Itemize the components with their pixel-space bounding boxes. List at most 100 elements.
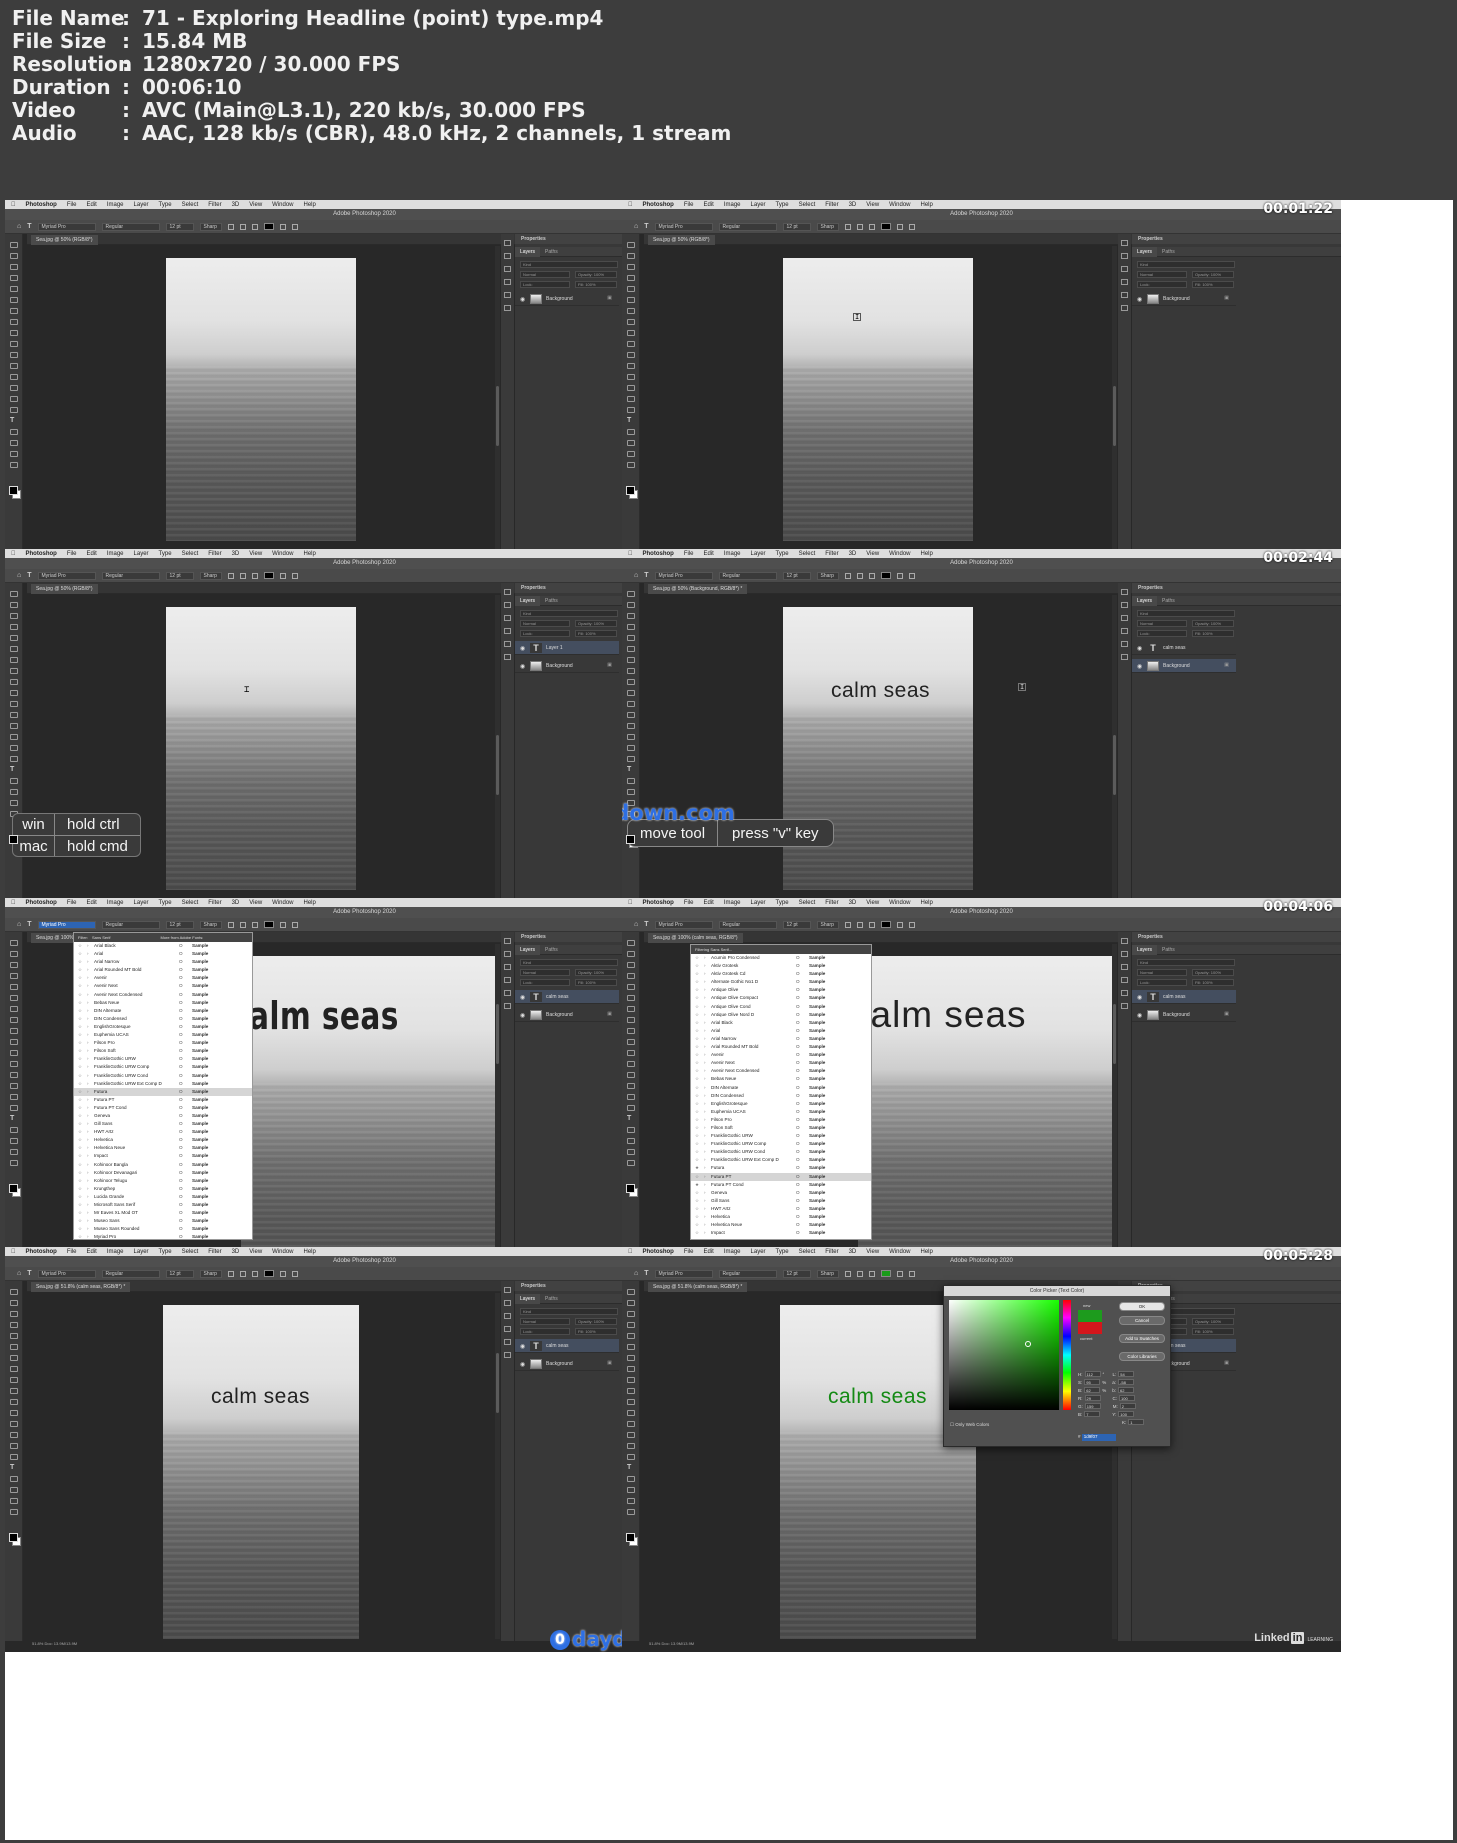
menu-item-photoshop[interactable]: Photoshop: [643, 551, 674, 557]
frame-tool-icon[interactable]: [627, 995, 635, 1001]
warp-text-icon[interactable]: [279, 223, 286, 230]
text-color-swatch[interactable]: [880, 1270, 891, 1277]
menu-item-filter[interactable]: Filter: [208, 1249, 221, 1255]
canvas-area[interactable]: ⌶: [24, 595, 495, 941]
fill-field[interactable]: Fill: 100%: [1192, 1328, 1234, 1335]
align-center-icon[interactable]: [239, 572, 246, 579]
anti-alias-field[interactable]: Sharp: [199, 571, 222, 580]
favorite-star-icon[interactable]: ☆: [78, 1023, 82, 1031]
font-menu-item[interactable]: ☆ › DIN Alternate O Sample: [691, 1084, 871, 1092]
visibility-eye-icon[interactable]: ◉: [1137, 994, 1142, 1001]
swatches-icon[interactable]: [1121, 641, 1128, 647]
menu-item-layer[interactable]: Layer: [751, 900, 766, 906]
expand-arrow-icon[interactable]: ›: [87, 1031, 89, 1039]
font-family-field[interactable]: Myriad Pro: [37, 920, 96, 929]
saturation-field[interactable]: [949, 1300, 1059, 1410]
gradient-tool-icon[interactable]: [627, 723, 635, 729]
favorite-star-icon[interactable]: ☆: [695, 1173, 699, 1181]
layer-row[interactable]: ◉ Background ▣: [515, 1008, 619, 1022]
type-tool-icon[interactable]: T: [10, 1115, 18, 1122]
type-tool-icon[interactable]: T: [627, 766, 635, 773]
favorite-star-icon[interactable]: ☆: [78, 982, 82, 990]
font-menu-item[interactable]: ☆ › Arial O Sample: [74, 950, 252, 958]
menu-item-photoshop[interactable]: Photoshop: [643, 1249, 674, 1255]
align-left-icon[interactable]: [227, 572, 234, 579]
scrollbar-thumb[interactable]: [1113, 735, 1116, 795]
expand-arrow-icon[interactable]: ›: [87, 1225, 89, 1233]
value-input[interactable]: 62: [1084, 1387, 1101, 1393]
rectangle-tool-icon[interactable]: [10, 1487, 18, 1493]
favorite-star-icon[interactable]: ☆: [695, 1075, 699, 1083]
blend-mode-select[interactable]: Normal: [1137, 271, 1187, 278]
move-tool-icon[interactable]: [10, 242, 18, 248]
headline-text[interactable]: calm seas: [831, 679, 930, 703]
font-menu-item[interactable]: ☆ › EnglishGrotesque O Sample: [74, 1023, 252, 1031]
font-menu-item[interactable]: ☆ › Helvetica Neue O Sample: [74, 1144, 252, 1152]
menu-item-edit[interactable]: Edit: [87, 900, 97, 906]
history-icon[interactable]: [1121, 279, 1128, 285]
menu-item-3d[interactable]: 3D: [232, 900, 240, 906]
align-right-icon[interactable]: [251, 921, 258, 928]
tab-layers[interactable]: Layers: [1132, 945, 1158, 955]
visibility-eye-icon[interactable]: ◉: [520, 645, 525, 652]
foreground-color-icon[interactable]: [9, 1184, 18, 1193]
menu-item-3d[interactable]: 3D: [849, 551, 857, 557]
eyedropper-tool-icon[interactable]: [10, 657, 18, 663]
pen-tool-icon[interactable]: [627, 407, 635, 413]
blur-tool-icon[interactable]: [627, 1083, 635, 1089]
expand-arrow-icon[interactable]: ›: [87, 1055, 89, 1063]
blend-mode-select[interactable]: Normal: [520, 620, 570, 627]
vertical-scrollbar[interactable]: [495, 246, 500, 592]
expand-arrow-icon[interactable]: ›: [87, 991, 89, 999]
marquee-tool-icon[interactable]: [10, 602, 18, 608]
headline-text[interactable]: calm seas: [828, 1385, 927, 1409]
home-icon[interactable]: ⌂: [17, 223, 21, 230]
visibility-eye-icon[interactable]: ◉: [520, 994, 525, 1001]
history-icon[interactable]: [504, 1326, 511, 1332]
history-brush-tool-icon[interactable]: [627, 352, 635, 358]
history-brush-tool-icon[interactable]: [627, 1399, 635, 1405]
font-menu-item[interactable]: ☆ › EnglishGrotesque O Sample: [691, 1100, 871, 1108]
quick-select-tool-icon[interactable]: [10, 973, 18, 979]
stamp-tool-icon[interactable]: [627, 1039, 635, 1045]
adjustments-icon[interactable]: [504, 1300, 511, 1306]
hand-tool-icon[interactable]: [627, 1498, 635, 1504]
gradient-tool-icon[interactable]: [10, 374, 18, 380]
favorite-star-icon[interactable]: ☆: [78, 1039, 82, 1047]
favorite-star-icon[interactable]: ☆: [695, 1067, 699, 1075]
scrollbar-thumb[interactable]: [1113, 386, 1116, 446]
swatches-icon[interactable]: [504, 1339, 511, 1345]
hand-tool-icon[interactable]: [627, 451, 635, 457]
menu-item-3d[interactable]: 3D: [849, 1249, 857, 1255]
path-select-tool-icon[interactable]: [627, 1476, 635, 1482]
menu-item-photoshop[interactable]: Photoshop: [643, 202, 674, 208]
expand-arrow-icon[interactable]: ›: [87, 1047, 89, 1055]
favorite-star-icon[interactable]: ☆: [78, 950, 82, 958]
crop-tool-icon[interactable]: [10, 1333, 18, 1339]
path-select-tool-icon[interactable]: [627, 778, 635, 784]
type-tool-icon[interactable]: T: [644, 572, 648, 579]
rectangle-tool-icon[interactable]: [10, 440, 18, 446]
menu-item-filter[interactable]: Filter: [208, 202, 221, 208]
favorite-star-icon[interactable]: ☆: [78, 1096, 82, 1104]
favorite-star-icon[interactable]: ☆: [695, 962, 699, 970]
favorite-star-icon[interactable]: ★: [695, 1181, 699, 1189]
font-family-field[interactable]: Myriad Pro: [654, 920, 713, 929]
font-menu-item[interactable]: ☆ › Avenir O Sample: [74, 974, 252, 982]
gradient-tool-icon[interactable]: [627, 374, 635, 380]
path-select-tool-icon[interactable]: [10, 778, 18, 784]
menu-item-help[interactable]: Help: [304, 202, 316, 208]
menu-item-type[interactable]: Type: [159, 1249, 172, 1255]
expand-arrow-icon[interactable]: ›: [87, 1112, 89, 1120]
favorite-star-icon[interactable]: ☆: [78, 1128, 82, 1136]
eyedropper-tool-icon[interactable]: [627, 1355, 635, 1361]
font-menu-item[interactable]: ☆ › Euphemia UCAS O Sample: [74, 1031, 252, 1039]
value-input[interactable]: 2: [1119, 1403, 1136, 1409]
history-icon[interactable]: [1121, 628, 1128, 634]
expand-arrow-icon[interactable]: ›: [704, 1140, 706, 1148]
favorite-star-icon[interactable]: ☆: [78, 1152, 82, 1160]
blend-mode-select[interactable]: Normal: [520, 1318, 570, 1325]
history-brush-tool-icon[interactable]: [10, 352, 18, 358]
menu-item-select[interactable]: Select: [182, 202, 199, 208]
value-input[interactable]: 54: [1118, 1371, 1135, 1377]
